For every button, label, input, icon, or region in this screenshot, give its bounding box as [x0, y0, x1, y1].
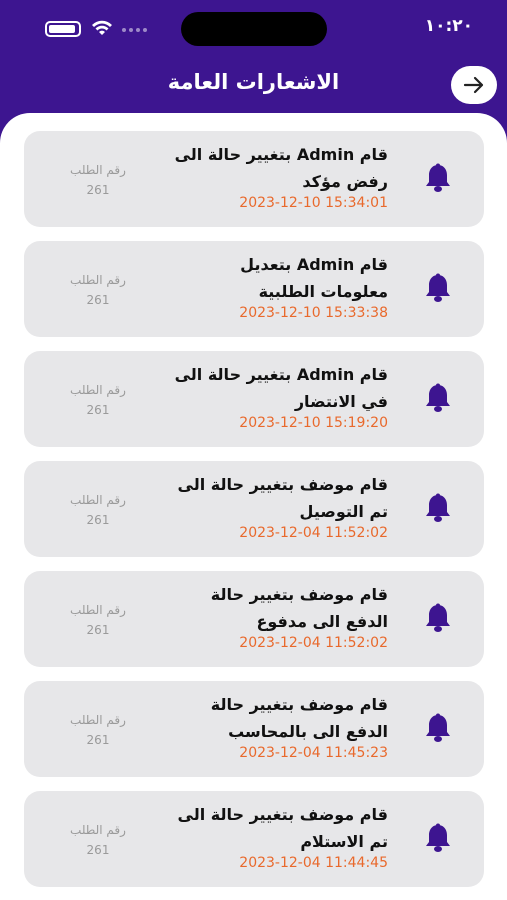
notification-message: قام Admin بتغيير حالة الى في الانتضار	[138, 361, 388, 415]
bell-icon	[426, 713, 450, 742]
header: الاشعارات العامة	[0, 58, 507, 116]
order-number-label: رقم الطلب	[70, 493, 126, 507]
notification-line-1: قام موضف بتغيير حالة	[210, 585, 388, 604]
notification-message: قام Admin بتعديل معلومات الطلبية	[138, 251, 388, 305]
order-number-value: 261	[86, 843, 110, 857]
notification-card[interactable]: قام Admin بتعديل معلومات الطلبية 2023-12…	[24, 241, 484, 337]
order-number-value: 261	[86, 403, 110, 417]
bell-icon	[426, 383, 450, 412]
notification-message: قام موضف بتغيير حالة الدفع الى بالمحاسب	[138, 691, 388, 745]
notification-card[interactable]: قام موضف بتغيير حالة الدفع الى بالمحاسب …	[24, 681, 484, 777]
notification-message: قام موضف بتغيير حالة الدفع الى مدفوع	[138, 581, 388, 635]
signal-icon	[122, 28, 148, 34]
notification-line-1: قام Admin بتغيير حالة الى	[174, 365, 388, 384]
order-number-label: رقم الطلب	[70, 273, 126, 287]
notification-line-1: قام Admin بتغيير حالة الى	[174, 145, 388, 164]
bell-icon	[426, 163, 450, 192]
notification-line-2: تم الاستلام	[300, 832, 388, 851]
notification-line-2: الدفع الى مدفوع	[256, 612, 388, 631]
notification-date: 2023-12-10 15:33:38	[239, 305, 388, 321]
notification-message: قام موضف بتغيير حالة الى تم التوصيل	[138, 471, 388, 525]
notification-line-2: تم التوصيل	[299, 502, 388, 521]
notification-line-1: قام موضف بتغيير حالة الى	[177, 805, 388, 824]
bell-icon	[426, 603, 450, 632]
arrow-right-icon	[463, 76, 484, 94]
order-number-label: رقم الطلب	[70, 823, 126, 837]
order-number-label: رقم الطلب	[70, 713, 126, 727]
order-number-label: رقم الطلب	[70, 383, 126, 397]
notification-message: قام موضف بتغيير حالة الى تم الاستلام	[138, 801, 388, 855]
order-number-label: رقم الطلب	[70, 163, 126, 177]
notification-line-2: معلومات الطلبية	[258, 282, 388, 301]
notification-card[interactable]: قام موضف بتغيير حالة الى تم التوصيل 2023…	[24, 461, 484, 557]
notification-line-2: رفض مؤكد	[302, 172, 388, 191]
battery-icon	[45, 21, 81, 37]
notifications-list[interactable]: قام Admin بتغيير حالة الى رفض مؤكد 2023-…	[0, 113, 507, 900]
order-number-label: رقم الطلب	[70, 603, 126, 617]
notification-date: 2023-12-04 11:44:45	[239, 855, 388, 871]
order-number-value: 261	[86, 293, 110, 307]
order-number-value: 261	[86, 513, 110, 527]
notification-date: 2023-12-10 15:19:20	[239, 415, 388, 431]
notification-date: 2023-12-04 11:52:02	[239, 525, 388, 541]
order-number-value: 261	[86, 183, 110, 197]
bell-icon	[426, 823, 450, 852]
notification-line-2: في الانتضار	[294, 392, 388, 411]
notification-message: قام Admin بتغيير حالة الى رفض مؤكد	[138, 141, 388, 195]
notification-line-1: قام موضف بتغيير حالة الى	[177, 475, 388, 494]
order-number-value: 261	[86, 733, 110, 747]
notification-card[interactable]: قام Admin بتغيير حالة الى رفض مؤكد 2023-…	[24, 131, 484, 227]
notification-card[interactable]: قام Admin بتغيير حالة الى في الانتضار 20…	[24, 351, 484, 447]
page-title: الاشعارات العامة	[167, 70, 340, 94]
order-number-value: 261	[86, 623, 110, 637]
notification-line-1: قام موضف بتغيير حالة	[210, 695, 388, 714]
notification-date: 2023-12-04 11:45:23	[239, 745, 388, 761]
bell-icon	[426, 493, 450, 522]
wifi-icon	[92, 20, 112, 35]
status-bar: ١٠:٢٠	[0, 0, 507, 58]
back-button[interactable]	[451, 66, 497, 104]
status-time: ١٠:٢٠	[424, 16, 473, 36]
notification-date: 2023-12-04 11:52:02	[239, 635, 388, 651]
notification-line-2: الدفع الى بالمحاسب	[228, 722, 388, 741]
notification-line-1: قام Admin بتعديل	[240, 255, 388, 274]
notification-date: 2023-12-10 15:34:01	[239, 195, 388, 211]
notification-card[interactable]: قام موضف بتغيير حالة الدفع الى مدفوع 202…	[24, 571, 484, 667]
notification-card[interactable]: قام موضف بتغيير حالة الى تم الاستلام 202…	[24, 791, 484, 887]
camera-notch	[181, 12, 327, 46]
bell-icon	[426, 273, 450, 302]
